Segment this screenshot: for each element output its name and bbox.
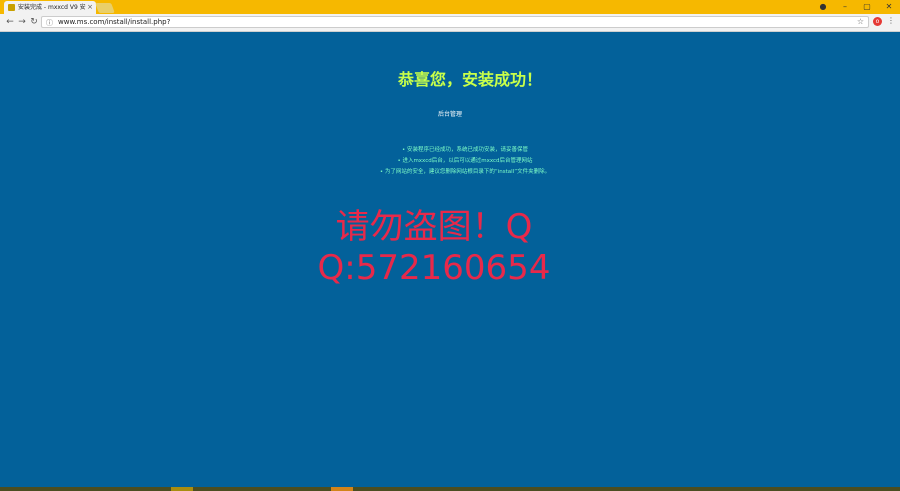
browser-toolbar: ← → ↻ ⓘ www.ms.com/install/install.php? … bbox=[0, 14, 900, 32]
info-icon[interactable]: ⓘ bbox=[46, 18, 53, 28]
back-icon[interactable]: ← bbox=[4, 16, 16, 28]
forward-icon[interactable]: → bbox=[16, 16, 28, 28]
profile-icon[interactable]: ● bbox=[812, 0, 834, 14]
notes-list: • 安装程序已经成功，系统已成功安装，请妥善保管 • 进入mxxcd后台，以后可… bbox=[0, 145, 900, 178]
menu-icon[interactable]: ⋮ bbox=[887, 16, 895, 25]
taskbar bbox=[0, 487, 900, 491]
page-content: 恭喜您，安装成功！ 后台管理 • 安装程序已经成功，系统已成功安装，请妥善保管 … bbox=[0, 32, 900, 487]
reload-icon[interactable]: ↻ bbox=[28, 16, 40, 28]
address-bar[interactable]: ⓘ www.ms.com/install/install.php? ☆ bbox=[41, 16, 869, 28]
watermark-line-1: 请勿盗图！Q bbox=[335, 207, 533, 247]
note-item: • 进入mxxcd后台，以后可以通过mxxcd后台管理网站 bbox=[397, 158, 533, 164]
close-tab-icon[interactable]: × bbox=[87, 1, 93, 14]
admin-link[interactable]: 后台管理 bbox=[0, 109, 900, 118]
close-window-button[interactable]: ✕ bbox=[878, 0, 900, 14]
minimize-button[interactable]: – bbox=[834, 0, 856, 14]
url-text: www.ms.com/install/install.php? bbox=[58, 18, 171, 26]
taskbar-item[interactable] bbox=[331, 487, 353, 491]
maximize-button[interactable]: ▢ bbox=[856, 0, 878, 14]
note-item: • 安装程序已经成功，系统已成功安装，请妥善保管 bbox=[402, 147, 528, 153]
tab-title: 安装完成 - mxxcd V9 安 bbox=[18, 4, 86, 11]
title-bar: 安装完成 - mxxcd V9 安 × ● – ▢ ✕ bbox=[0, 0, 900, 14]
note-item: • 为了网站的安全，建议您删除网站根目录下的“install”文件夹删除。 bbox=[379, 169, 551, 175]
watermark-line-2: Q:572160654 bbox=[317, 248, 551, 288]
browser-tab[interactable]: 安装完成 - mxxcd V9 安 × bbox=[4, 1, 96, 14]
window-controls: ● – ▢ ✕ bbox=[812, 0, 900, 14]
page-title: 恭喜您，安装成功！ bbox=[397, 70, 542, 89]
star-icon[interactable]: ☆ bbox=[857, 17, 864, 27]
extension-icon[interactable]: o bbox=[873, 17, 882, 26]
new-tab-button[interactable] bbox=[95, 3, 115, 13]
favicon-icon bbox=[8, 4, 15, 11]
taskbar-item[interactable] bbox=[171, 487, 193, 491]
